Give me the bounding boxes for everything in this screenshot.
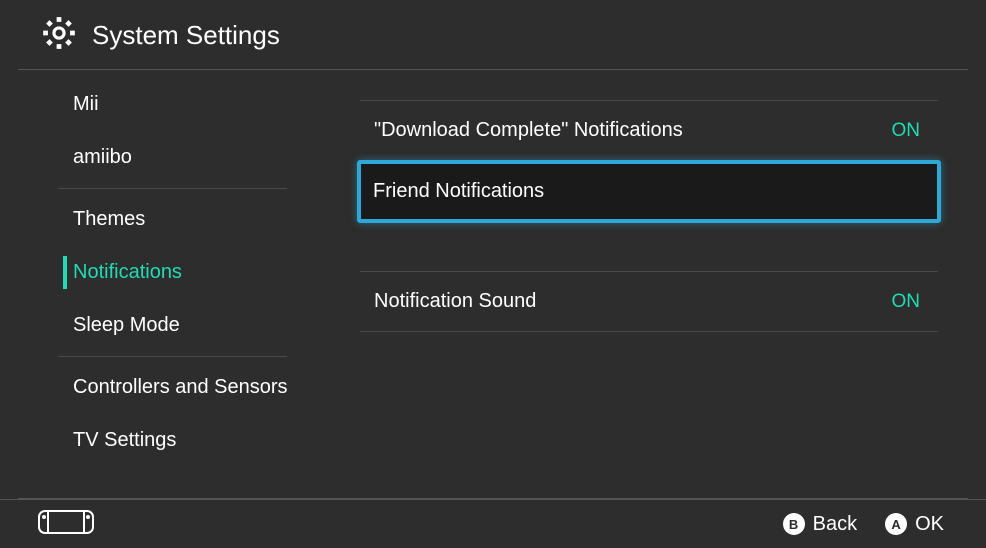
sidebar-item-mii[interactable]: Mii (18, 78, 315, 131)
setting-value: ON (892, 291, 925, 313)
sidebar-item-amiibo[interactable]: amiibo (18, 131, 315, 184)
b-button-icon: B (783, 513, 805, 535)
sidebar-item-label: Mii (73, 93, 99, 115)
setting-label: Notification Sound (374, 290, 536, 313)
setting-label: "Download Complete" Notifications (374, 119, 683, 142)
back-button[interactable]: B Back (783, 513, 857, 536)
setting-download-complete[interactable]: "Download Complete" Notifications ON (360, 100, 938, 160)
a-button-icon: A (885, 513, 907, 535)
setting-label: Friend Notifications (373, 180, 544, 203)
sidebar-item-label: Notifications (73, 261, 182, 283)
sidebar-item-label: amiibo (73, 146, 132, 168)
sidebar: Mii amiibo Themes Notifications Sleep Mo… (0, 70, 315, 508)
sidebar-item-themes[interactable]: Themes (18, 193, 315, 246)
setting-friend-notifications[interactable]: Friend Notifications (357, 160, 941, 223)
back-label: Back (813, 513, 857, 536)
sidebar-item-label: Themes (73, 208, 145, 230)
ok-label: OK (915, 513, 944, 536)
sidebar-item-controllers[interactable]: Controllers and Sensors (18, 361, 315, 414)
sidebar-item-label: Controllers and Sensors (73, 376, 288, 398)
sidebar-item-tv-settings[interactable]: TV Settings (18, 414, 315, 467)
setting-notification-sound[interactable]: Notification Sound ON (360, 271, 938, 332)
controller-icon (38, 510, 94, 539)
sidebar-item-notifications[interactable]: Notifications (18, 246, 315, 299)
header: System Settings (0, 0, 986, 69)
footer: B Back A OK (0, 499, 986, 548)
section-gap (360, 223, 938, 271)
sidebar-divider (58, 356, 287, 357)
main-panel: "Download Complete" Notifications ON Fri… (315, 70, 986, 508)
ok-button[interactable]: A OK (885, 513, 944, 536)
footer-buttons: B Back A OK (783, 513, 944, 536)
sidebar-item-label: TV Settings (73, 429, 176, 451)
sidebar-item-sleep-mode[interactable]: Sleep Mode (18, 299, 315, 352)
gear-icon (40, 14, 78, 57)
content: Mii amiibo Themes Notifications Sleep Mo… (0, 70, 986, 508)
sidebar-item-label: Sleep Mode (73, 314, 180, 336)
setting-value: ON (892, 120, 925, 142)
page-title: System Settings (92, 20, 280, 51)
sidebar-divider (58, 188, 287, 189)
